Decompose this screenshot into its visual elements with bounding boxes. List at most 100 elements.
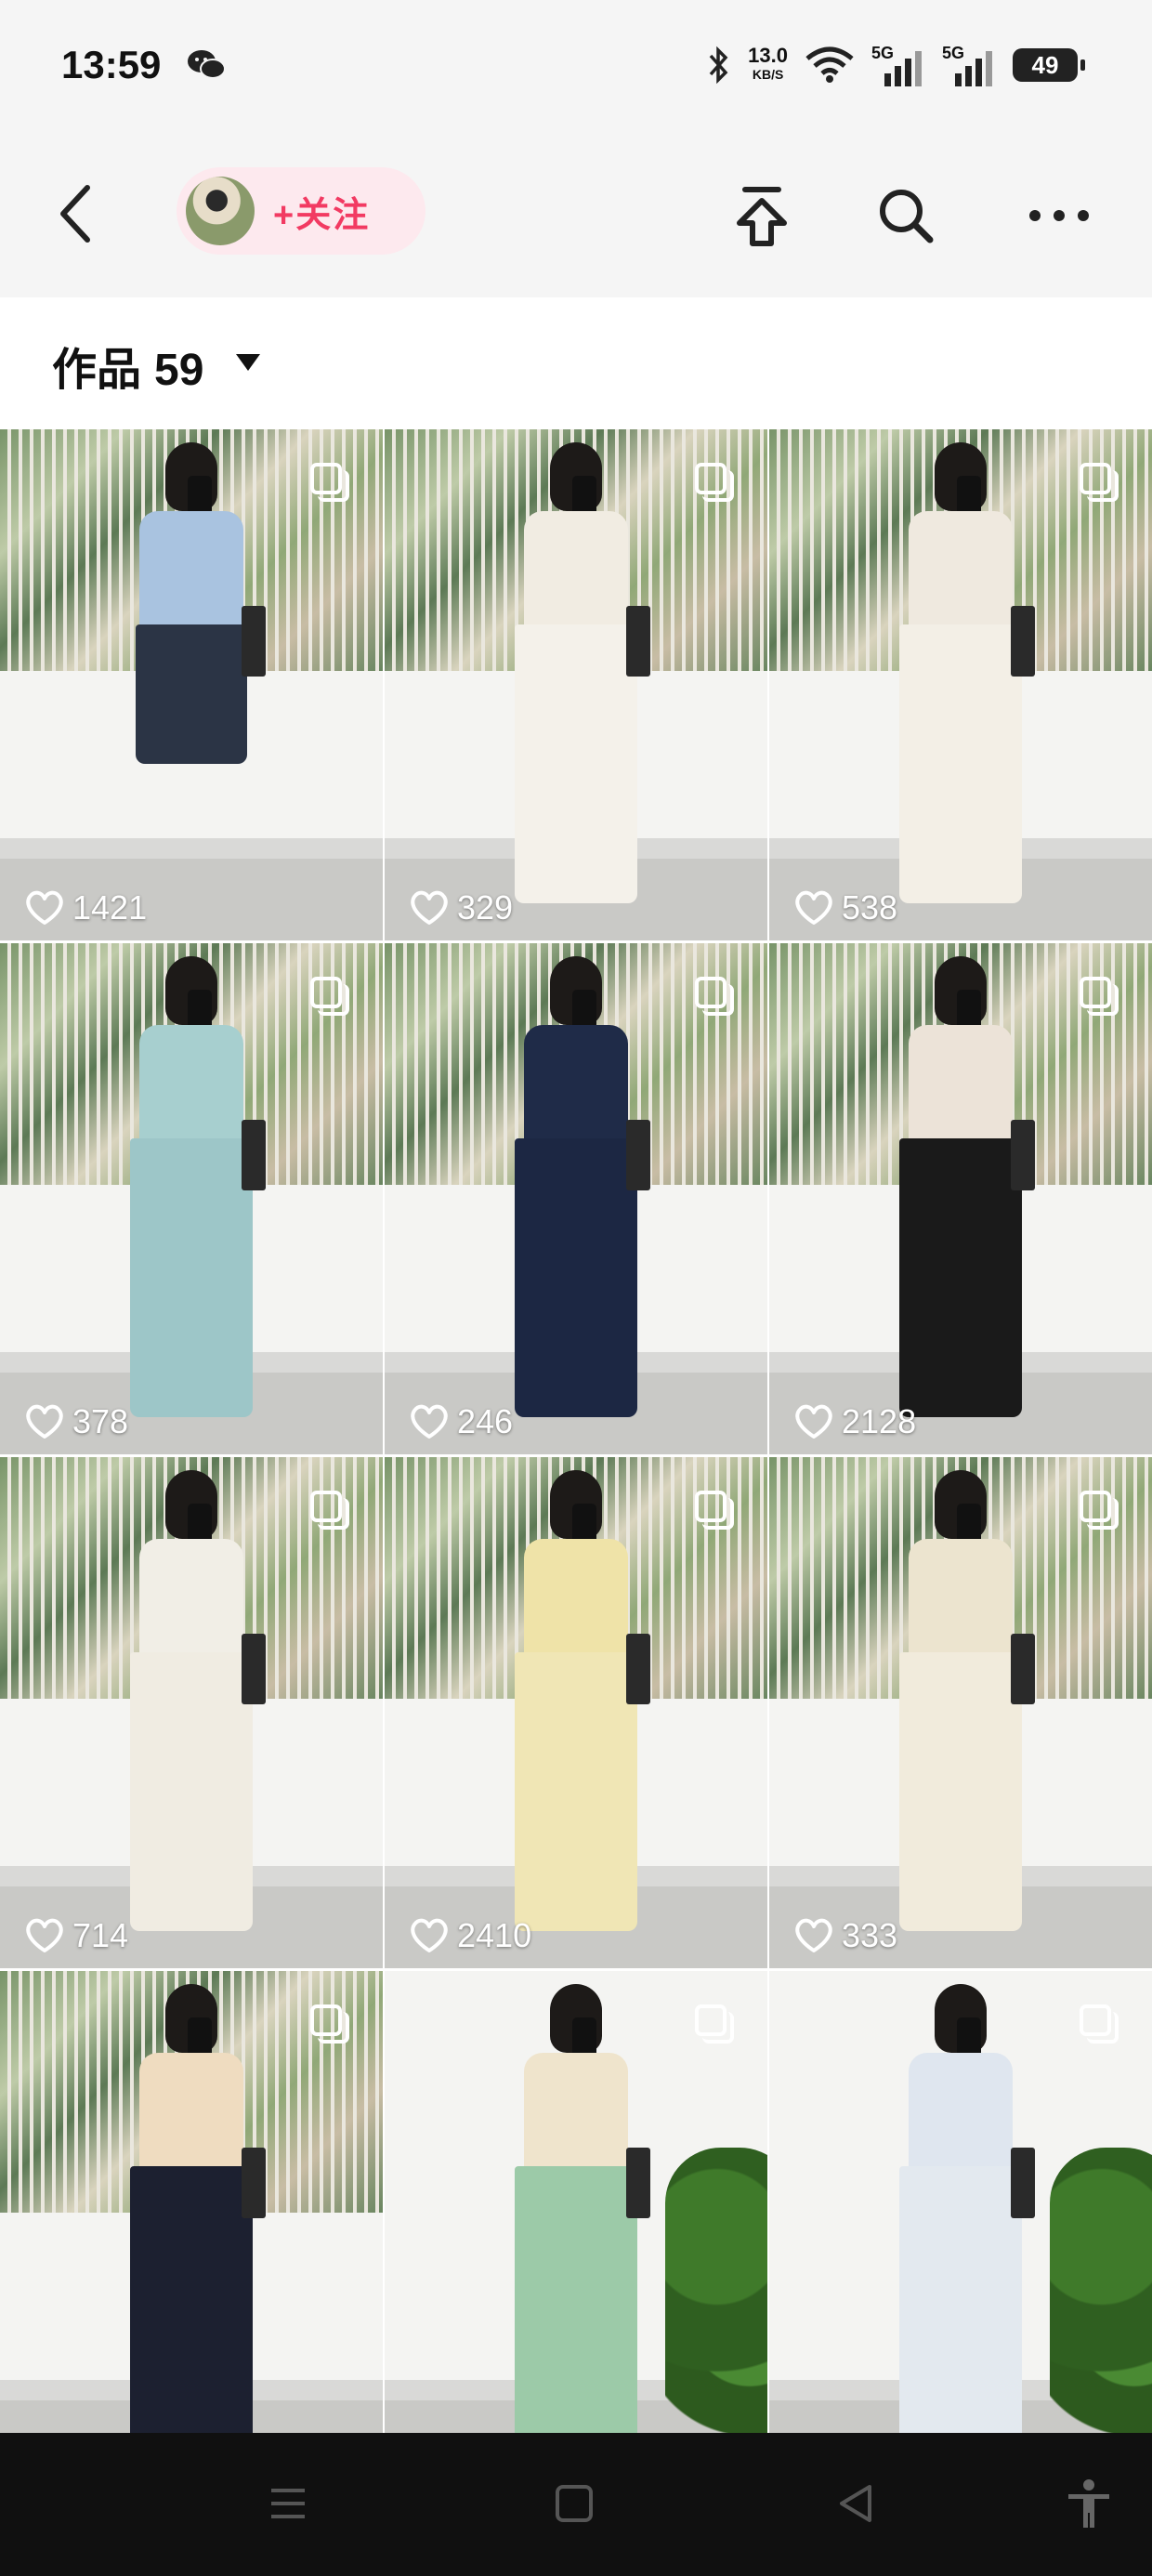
folder-image — [626, 606, 650, 677]
multi-image-icon — [695, 977, 734, 1016]
like-count-value: 2410 — [457, 1916, 532, 1954]
like-count: 2128 — [793, 1402, 916, 1441]
status-right-group: 13.0 KB/S 5G 5G 49 — [707, 37, 1085, 93]
multi-image-icon — [310, 2004, 349, 2044]
bluetooth-icon — [709, 46, 728, 85]
outfit-top — [909, 1025, 1013, 1146]
outfit-bottom — [899, 1138, 1022, 1417]
outfit-bottom — [130, 2166, 253, 2433]
heart-icon — [411, 890, 448, 925]
multi-image-icon — [310, 1491, 349, 1530]
outfit-bottom — [515, 624, 637, 903]
post-tile[interactable]: 2128 — [769, 943, 1152, 1454]
outfit-top — [909, 2053, 1013, 2174]
outfit-bottom — [899, 624, 1022, 903]
works-section-header[interactable]: 作品 59 — [0, 297, 1152, 427]
system-nav-bar — [0, 2433, 1152, 2576]
home-square-icon[interactable] — [546, 2476, 602, 2531]
post-tile[interactable]: 2410 — [385, 1457, 767, 1968]
works-label: 作品 — [52, 346, 142, 395]
multi-image-icon — [1080, 977, 1119, 1016]
like-count-value: 246 — [457, 1402, 514, 1440]
outfit-top — [524, 511, 628, 632]
post-tile[interactable] — [769, 1971, 1152, 2433]
multi-image-icon — [1080, 463, 1119, 502]
like-count: 378 — [24, 1402, 128, 1441]
like-count-value: 714 — [72, 1916, 129, 1954]
multi-image-icon — [695, 2004, 734, 2044]
outfit-bottom — [515, 1138, 637, 1417]
wifi-icon — [805, 46, 854, 83]
like-count: 333 — [793, 1916, 897, 1955]
folder-image — [626, 1120, 650, 1190]
menu-icon[interactable] — [260, 2476, 316, 2531]
folder-image — [626, 1634, 650, 1704]
battery-icon: 49 — [1013, 48, 1085, 82]
heart-icon — [411, 1918, 448, 1952]
like-count-value: 1421 — [72, 888, 148, 927]
accessibility-icon[interactable] — [1061, 2476, 1117, 2531]
post-tile[interactable]: 538 — [769, 429, 1152, 940]
post-tile[interactable]: 378 — [0, 943, 383, 1454]
status-bar: 13:59 13.0 KB/S 5G 5G 49 — [0, 0, 1152, 130]
net-speed-value: 13.0 — [748, 44, 788, 67]
works-count: 59 — [154, 346, 204, 395]
back-arrow-icon[interactable] — [48, 177, 104, 251]
signal-icon: 5G — [871, 44, 925, 86]
works-title[interactable]: 作品 59 — [52, 333, 203, 398]
multi-image-icon — [310, 977, 349, 1016]
net-speed: 13.0 KB/S — [748, 46, 788, 84]
folder-image — [242, 1120, 266, 1190]
post-tile[interactable]: 1421 — [0, 429, 383, 940]
like-count: 2410 — [409, 1916, 531, 1955]
battery-level: 49 — [1031, 50, 1059, 79]
folder-image — [626, 2148, 650, 2218]
post-tile[interactable]: 333 — [769, 1457, 1152, 1968]
like-count-value: 538 — [842, 888, 898, 927]
works-grid: 1421 329 538 378 246 2128 714 2410 333 — [0, 429, 1152, 2433]
like-count-value: 378 — [72, 1402, 129, 1440]
caret-down-icon[interactable] — [234, 351, 262, 374]
outfit-bottom — [515, 1652, 637, 1931]
outfit-top — [139, 1539, 243, 1660]
outfit-top — [909, 511, 1013, 632]
folder-image — [1011, 1634, 1035, 1704]
like-count-value: 2128 — [842, 1402, 917, 1440]
outfit-top — [524, 1539, 628, 1660]
profile-header: +关注 — [0, 130, 1152, 297]
heart-icon — [26, 1918, 63, 1952]
status-time: 13:59 — [61, 43, 162, 86]
post-tile[interactable]: 329 — [385, 429, 767, 940]
outfit-top — [139, 2053, 243, 2174]
back-triangle-icon[interactable] — [829, 2476, 884, 2531]
folder-image — [1011, 1120, 1035, 1190]
heart-icon — [795, 890, 832, 925]
folder-image — [242, 2148, 266, 2218]
outfit-top — [139, 511, 243, 632]
more-icon[interactable] — [1022, 178, 1096, 253]
search-icon[interactable] — [869, 178, 943, 253]
multi-image-icon — [310, 463, 349, 502]
outfit-bottom — [899, 2166, 1022, 2433]
outfit-bottom — [130, 1138, 253, 1417]
share-upload-icon[interactable] — [725, 178, 799, 253]
like-count: 714 — [24, 1916, 128, 1955]
follow-button[interactable]: +关注 — [273, 186, 370, 237]
multi-image-icon — [1080, 2004, 1119, 2044]
like-count: 1421 — [24, 888, 147, 927]
like-count: 246 — [409, 1402, 513, 1441]
folder-image — [1011, 606, 1035, 677]
outfit-top — [524, 2053, 628, 2174]
post-tile[interactable] — [0, 1971, 383, 2433]
heart-icon — [411, 1404, 448, 1439]
outfit-bottom — [899, 1652, 1022, 1931]
post-tile[interactable] — [385, 1971, 767, 2433]
multi-image-icon — [695, 463, 734, 502]
author-follow-chip[interactable]: +关注 — [177, 167, 425, 255]
plant-image — [665, 2148, 767, 2433]
post-tile[interactable]: 246 — [385, 943, 767, 1454]
avatar[interactable] — [186, 177, 255, 245]
post-tile[interactable]: 714 — [0, 1457, 383, 1968]
outfit-bottom — [136, 624, 247, 764]
signal-icon-2: 5G — [942, 44, 996, 86]
